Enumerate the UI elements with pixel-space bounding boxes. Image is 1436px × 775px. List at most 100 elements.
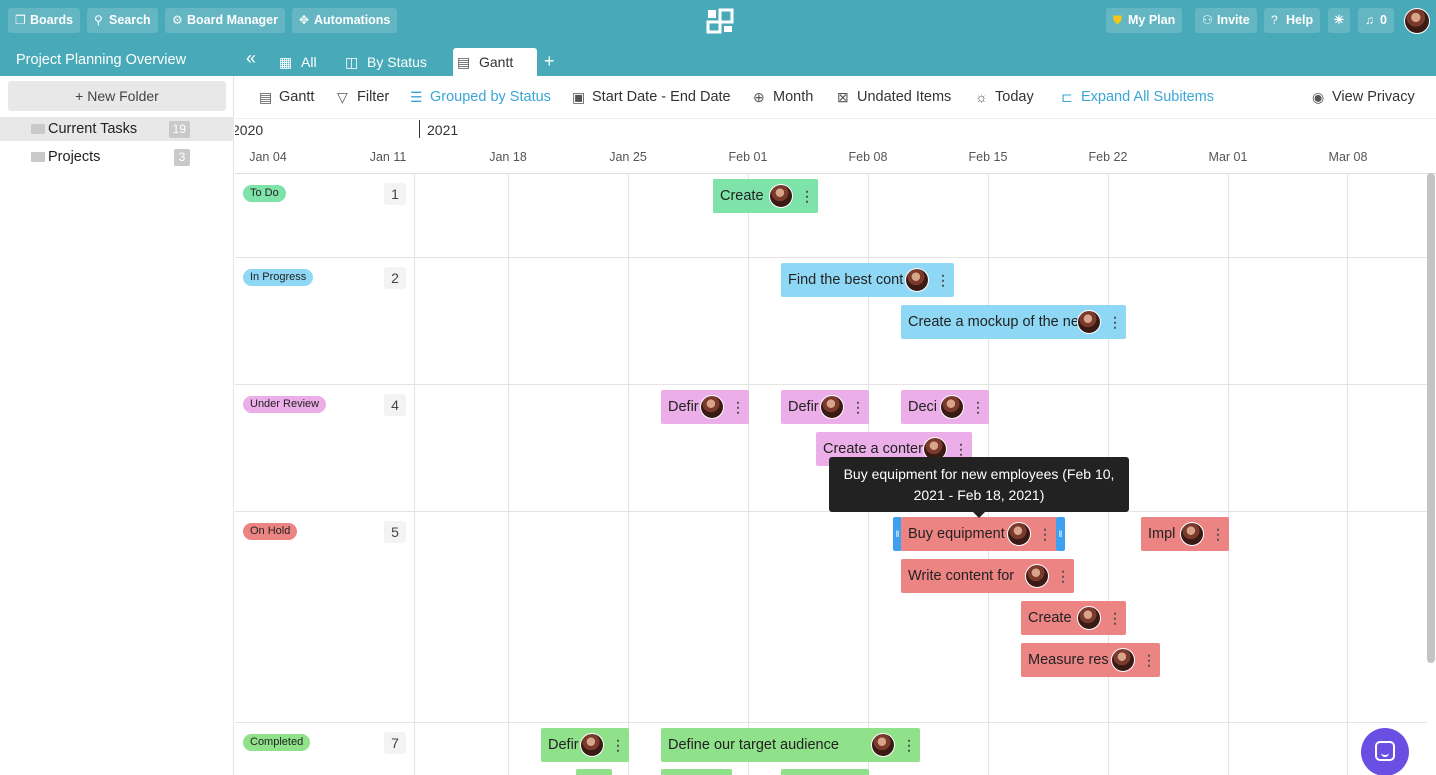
task-bar-label: Defir [668, 399, 699, 415]
invite-button[interactable]: ⚇ Invite [1195, 8, 1257, 33]
assignee-avatar[interactable] [1007, 522, 1031, 546]
folder-count: 3 [174, 149, 190, 166]
more-options-icon[interactable]: ⋮ [1038, 517, 1052, 551]
more-options-icon[interactable]: ⋮ [611, 728, 625, 762]
gantt-icon: ▤ [259, 89, 273, 105]
more-options-icon[interactable]: ⋮ [1108, 305, 1122, 339]
task-bar[interactable]: Measure res ⋮ [1021, 643, 1160, 677]
my-plan-button[interactable]: ⛊ My Plan [1106, 8, 1183, 33]
task-bar-label: Defir [548, 737, 579, 753]
vertical-scrollbar[interactable] [1427, 173, 1435, 663]
boards-button[interactable]: ❐ Boards [8, 8, 81, 33]
more-options-icon[interactable]: ⋮ [1142, 643, 1156, 677]
folder-count: 19 [168, 121, 190, 138]
date-label: Jan 11 [369, 150, 407, 164]
status-badge-under-review[interactable]: Under Review [243, 396, 327, 413]
folder-current-tasks[interactable]: Current Tasks 19 [0, 117, 234, 141]
today-button[interactable]: ☼ Today [975, 89, 1034, 105]
task-bar[interactable]: Create ⋮ [713, 179, 818, 213]
assignee-avatar[interactable] [1111, 648, 1135, 672]
project-title: Project Planning Overview [16, 52, 187, 68]
week-gridline [1228, 174, 1229, 775]
folder-projects[interactable]: Projects 3 [0, 145, 234, 169]
task-bar[interactable]: Defir ⋮ [661, 390, 749, 424]
task-bar[interactable] [661, 769, 732, 775]
more-options-icon[interactable]: ⋮ [902, 728, 916, 762]
task-bar[interactable]: Deci ⋮ [901, 390, 989, 424]
view-privacy-button[interactable]: ◉ View Privacy [1312, 89, 1415, 105]
task-bar[interactable]: Defir ⋮ [541, 728, 629, 762]
automation-icon: ✥ [299, 13, 310, 27]
user-avatar[interactable] [1404, 8, 1430, 34]
task-bar[interactable] [576, 769, 612, 775]
filter-button[interactable]: ▽ Filter [337, 89, 389, 105]
task-bar[interactable]: Create ⋮ [1021, 601, 1126, 635]
task-bar-label: Create [720, 188, 764, 204]
undated-items-button[interactable]: ⊠ Undated Items [837, 89, 951, 105]
resize-handle-right[interactable]: ‖ [1056, 517, 1065, 551]
undated-items-label: Undated Items [857, 89, 952, 105]
assignee-avatar[interactable] [1025, 564, 1049, 588]
task-bar[interactable]: Find the best cont ⋮ [781, 263, 954, 297]
chat-support-button[interactable] [1361, 728, 1409, 775]
task-bar-selected[interactable]: Buy equipment ⋮ [901, 517, 1057, 551]
more-options-icon[interactable]: ⋮ [731, 390, 745, 424]
board-manager-button[interactable]: ⚙ Board Manager [165, 8, 285, 33]
assignee-avatar[interactable] [700, 395, 724, 419]
user-icon: ⚇ [1202, 13, 1213, 27]
assignee-avatar[interactable] [940, 395, 964, 419]
assignee-avatar[interactable] [1077, 606, 1101, 630]
group-count: 7 [384, 732, 406, 754]
filter-icon: ▽ [337, 89, 348, 105]
assignee-avatar[interactable] [871, 733, 895, 757]
tab-by-status[interactable]: ◫ By Status [341, 48, 427, 76]
week-gridline [628, 174, 629, 775]
automations-button[interactable]: ✥ Automations [292, 8, 398, 33]
status-badge-on-hold[interactable]: On Hold [243, 523, 298, 540]
bell-icon: ♫ [1365, 13, 1374, 27]
boards-icon: ❐ [15, 13, 26, 27]
task-bar[interactable]: Define our target audience ⋮ [661, 728, 920, 762]
status-badge-todo[interactable]: To Do [243, 185, 286, 202]
task-bar[interactable]: Defir ⋮ [781, 390, 869, 424]
date-range-button[interactable]: ▣ Start Date - End Date [572, 89, 731, 105]
group-by-button[interactable]: ☰ Grouped by Status [410, 89, 551, 105]
task-bar[interactable]: Write content for ⋮ [901, 559, 1074, 593]
date-label: Jan 25 [609, 150, 647, 164]
status-badge-completed[interactable]: Completed [243, 734, 311, 751]
assignee-avatar[interactable] [1180, 522, 1204, 546]
expand-subitems-button[interactable]: ⊏ Expand All Subitems [1061, 89, 1214, 105]
assignee-avatar[interactable] [580, 733, 604, 757]
assignee-avatar[interactable] [905, 268, 929, 292]
more-options-icon[interactable]: ⋮ [1056, 559, 1070, 593]
theme-toggle-button[interactable]: ☀ [1328, 8, 1350, 33]
more-options-icon[interactable]: ⋮ [936, 263, 950, 297]
more-options-icon[interactable]: ⋮ [1108, 601, 1122, 635]
add-tab-icon[interactable]: + [544, 52, 555, 70]
help-button[interactable]: ? Help [1264, 8, 1321, 33]
zoom-month-button[interactable]: ⊕ Month [753, 89, 813, 105]
group-count: 2 [384, 267, 406, 289]
sun-icon: ☼ [975, 89, 988, 105]
search-button[interactable]: ⚲ Search [87, 8, 158, 33]
gantt-view-button[interactable]: ▤ Gantt [259, 89, 314, 105]
more-options-icon[interactable]: ⋮ [971, 390, 985, 424]
assignee-avatar[interactable] [820, 395, 844, 419]
more-options-icon[interactable]: ⋮ [1211, 517, 1225, 551]
task-bar[interactable] [781, 769, 869, 775]
new-folder-button[interactable]: + New Folder [8, 81, 226, 111]
status-badge-in-progress[interactable]: In Progress [243, 269, 314, 286]
assignee-avatar[interactable] [769, 184, 793, 208]
tab-gantt[interactable]: ▤ Gantt [453, 48, 537, 76]
collapse-sidebar-icon[interactable]: « [246, 48, 256, 69]
notifications-button[interactable]: ♫ 0 [1358, 8, 1394, 33]
help-icon: ? [1271, 13, 1278, 27]
task-bar[interactable]: Create a mockup of the ne ⋮ [901, 305, 1126, 339]
tab-all[interactable]: ▦ All [275, 48, 317, 76]
task-bar[interactable]: Impl ⋮ [1141, 517, 1229, 551]
shield-icon: ⛊ [1113, 13, 1123, 27]
app-logo-icon[interactable] [706, 8, 734, 34]
assignee-avatar[interactable] [1077, 310, 1101, 334]
more-options-icon[interactable]: ⋮ [851, 390, 865, 424]
more-options-icon[interactable]: ⋮ [800, 179, 814, 213]
